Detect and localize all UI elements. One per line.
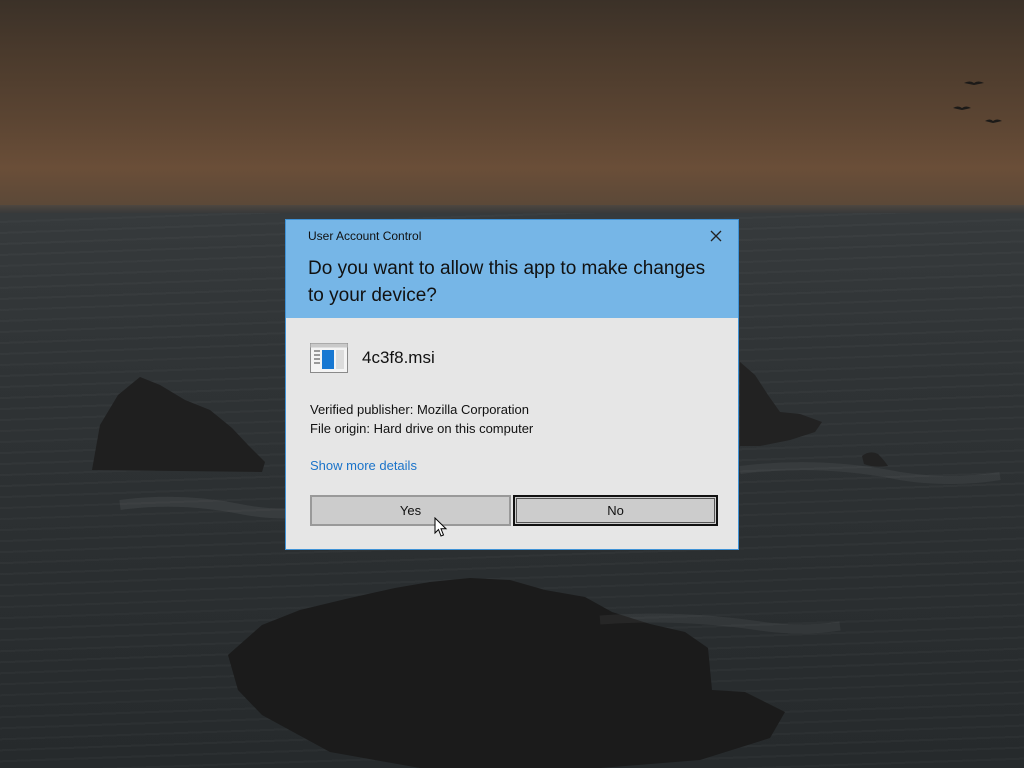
mouse-pointer-icon bbox=[434, 517, 448, 537]
installer-package-icon bbox=[310, 343, 348, 373]
bird bbox=[953, 106, 971, 110]
bird bbox=[964, 81, 984, 85]
uac-header: User Account Control Do you want to allo… bbox=[286, 220, 738, 318]
rock-foreground bbox=[228, 578, 785, 768]
app-name: 4c3f8.msi bbox=[362, 348, 435, 367]
close-icon bbox=[710, 230, 722, 242]
show-more-details-link[interactable]: Show more details bbox=[310, 458, 417, 473]
yes-button[interactable]: Yes bbox=[310, 495, 511, 526]
no-button-label: No bbox=[607, 503, 624, 518]
bird bbox=[985, 119, 1002, 123]
dialog-caption: User Account Control bbox=[308, 229, 422, 243]
publisher-info: Verified publisher: Mozilla Corporation … bbox=[310, 400, 533, 438]
uac-dialog: User Account Control Do you want to allo… bbox=[285, 219, 739, 550]
origin-text: File origin: Hard drive on this computer bbox=[310, 421, 534, 436]
rock-right bbox=[740, 362, 822, 446]
publisher-text: Verified publisher: Mozilla Corporation bbox=[310, 402, 529, 417]
close-button[interactable] bbox=[702, 225, 730, 247]
rock-left bbox=[92, 377, 265, 472]
rock-small bbox=[862, 452, 888, 467]
surf bbox=[739, 462, 1001, 484]
yes-button-label: Yes bbox=[399, 503, 422, 518]
dialog-question: Do you want to allow this app to make ch… bbox=[308, 258, 706, 306]
no-button[interactable]: No bbox=[513, 495, 718, 526]
desktop-background: User Account Control Do you want to allo… bbox=[0, 0, 1024, 768]
app-row: 4c3f8.msi bbox=[310, 343, 435, 373]
